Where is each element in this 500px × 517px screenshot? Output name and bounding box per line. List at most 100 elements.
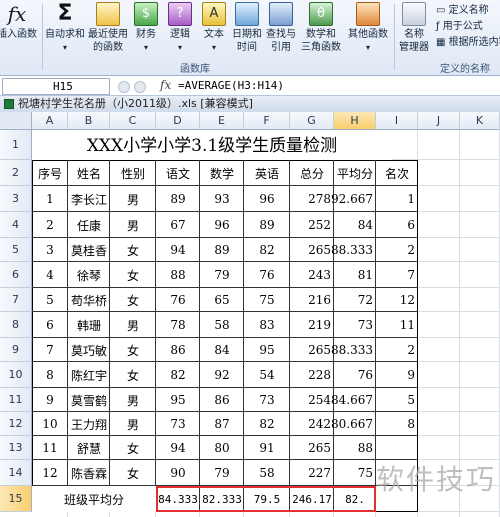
data-cell-no[interactable]: 5 [32, 288, 68, 312]
row-header-13[interactable]: 13 [0, 436, 32, 460]
data-cell-math[interactable]: 86 [200, 388, 244, 412]
data-cell-avg[interactable]: 84.667 [331, 388, 376, 412]
data-cell-rank[interactable]: 11 [376, 312, 418, 338]
data-cell-sex[interactable]: 男 [110, 212, 156, 238]
data-cell-math[interactable]: 96 [200, 212, 244, 238]
data-cell-no[interactable]: 7 [32, 338, 68, 362]
name-manager-button[interactable]: 名称 管理器 [396, 2, 432, 54]
row-header-3[interactable]: 3 [0, 186, 32, 212]
data-cell-english[interactable]: 73 [244, 388, 290, 412]
data-cell-avg[interactable]: 84 [334, 212, 376, 238]
column-header-j[interactable]: J [418, 112, 460, 130]
data-cell-math[interactable]: 65 [200, 288, 244, 312]
data-cell-english[interactable]: 82 [244, 412, 290, 436]
data-cell-no[interactable]: 2 [32, 212, 68, 238]
data-cell-avg[interactable]: 76 [334, 362, 376, 388]
data-cell-total[interactable]: 265 [290, 436, 334, 460]
data-cell-math[interactable]: 92 [200, 362, 244, 388]
data-cell-english[interactable]: 75 [244, 288, 290, 312]
data-cell-avg[interactable]: 72 [334, 288, 376, 312]
data-cell-chinese[interactable]: 86 [156, 338, 200, 362]
data-cell-name[interactable]: 舒慧 [68, 436, 110, 460]
data-cell-name[interactable]: 苟华桥 [68, 288, 110, 312]
data-cell-total[interactable]: 265 [290, 238, 334, 262]
row-header-7[interactable]: 7 [0, 288, 32, 312]
data-cell-math[interactable]: 79 [200, 262, 244, 288]
data-cell-chinese[interactable]: 94 [156, 436, 200, 460]
data-cell-rank[interactable]: 2 [376, 238, 418, 262]
header-cell[interactable]: 名次 [376, 160, 418, 186]
column-header-a[interactable]: A [32, 112, 68, 130]
math-trig-button[interactable]: θ 数学和 三角函数 [300, 2, 342, 54]
row-header-10[interactable]: 10 [0, 362, 32, 388]
data-cell-rank[interactable]: 6 [376, 212, 418, 238]
data-cell-total[interactable]: 278 [290, 186, 334, 212]
cancel-icon[interactable] [118, 81, 130, 93]
enter-icon[interactable] [134, 81, 146, 93]
formula-input[interactable]: =AVERAGE(H3:H14) [178, 79, 284, 92]
data-cell-chinese[interactable]: 89 [156, 186, 200, 212]
data-cell-avg[interactable]: 81 [334, 262, 376, 288]
data-cell-name[interactable]: 任康 [68, 212, 110, 238]
data-cell-chinese[interactable]: 82 [156, 362, 200, 388]
data-cell-no[interactable]: 9 [32, 388, 68, 412]
header-cell[interactable]: 语文 [156, 160, 200, 186]
data-cell-no[interactable]: 4 [32, 262, 68, 288]
autosum-button[interactable]: Σ 自动求和 ▾ [44, 2, 86, 54]
data-cell-total[interactable]: 254 [290, 388, 334, 412]
lookup-button[interactable]: 查找与 引用 [264, 2, 298, 54]
row-header-12[interactable]: 12 [0, 412, 32, 436]
data-cell-avg[interactable]: 73 [334, 312, 376, 338]
define-name-button[interactable]: ▭ 定义名称 [436, 1, 489, 16]
data-cell-avg[interactable]: 75 [334, 460, 376, 486]
data-cell-name[interactable]: 莫桂香 [68, 238, 110, 262]
data-cell-chinese[interactable]: 90 [156, 460, 200, 486]
data-cell-total[interactable]: 227 [290, 460, 334, 486]
fx-icon[interactable]: fx [160, 78, 171, 92]
logical-button[interactable]: ? 逻辑 ▾ [166, 2, 194, 54]
data-cell-no[interactable]: 1 [32, 186, 68, 212]
data-cell-english[interactable]: 95 [244, 338, 290, 362]
data-cell-math[interactable]: 58 [200, 312, 244, 338]
header-cell[interactable]: 平均分 [334, 160, 376, 186]
data-cell-avg[interactable]: 88 [334, 436, 376, 460]
data-cell-chinese[interactable]: 78 [156, 312, 200, 338]
data-cell-rank[interactable]: 2 [376, 338, 418, 362]
data-cell-avg[interactable]: 88.333 [331, 338, 376, 362]
row-header-14[interactable]: 14 [0, 460, 32, 486]
data-cell-total[interactable]: 265 [290, 338, 334, 362]
column-header-c[interactable]: C [110, 112, 156, 130]
data-cell-avg[interactable]: 92.667 [331, 186, 376, 212]
row-header-1[interactable]: 1 [0, 130, 32, 160]
data-cell-rank[interactable]: 9 [376, 362, 418, 388]
data-cell-english[interactable]: 96 [244, 186, 290, 212]
data-cell-total[interactable]: 242 [290, 412, 334, 436]
data-cell-name[interactable]: 陈红宇 [68, 362, 110, 388]
column-header-e[interactable]: E [200, 112, 244, 130]
row-header-4[interactable]: 4 [0, 212, 32, 238]
data-cell-english[interactable]: 83 [244, 312, 290, 338]
data-cell-name[interactable]: 徐琴 [68, 262, 110, 288]
column-header-k[interactable]: K [460, 112, 500, 130]
data-cell-no[interactable]: 6 [32, 312, 68, 338]
data-cell-chinese[interactable]: 76 [156, 288, 200, 312]
data-cell-sex[interactable]: 女 [110, 436, 156, 460]
date-time-button[interactable]: 日期和 时间 [230, 2, 264, 54]
data-cell-no[interactable]: 3 [32, 238, 68, 262]
data-cell-english[interactable]: 89 [244, 212, 290, 238]
data-cell-name[interactable]: 莫雪鹤 [68, 388, 110, 412]
header-cell[interactable]: 性别 [110, 160, 156, 186]
create-from-selection-button[interactable]: ▦ 根据所选内容 [436, 33, 500, 48]
data-cell-total[interactable]: 252 [290, 212, 334, 238]
data-cell-sex[interactable]: 女 [110, 338, 156, 362]
data-cell-sex[interactable]: 男 [110, 412, 156, 436]
more-functions-button[interactable]: 其他函数 ▾ [344, 2, 392, 54]
data-cell-total[interactable]: 219 [290, 312, 334, 338]
data-cell-rank[interactable]: 8 [376, 412, 418, 436]
insert-function-button[interactable]: fx 插入函数 [0, 2, 40, 41]
data-cell-rank[interactable]: 12 [376, 288, 418, 312]
data-cell-no[interactable]: 10 [32, 412, 68, 436]
data-cell-english[interactable]: 91 [244, 436, 290, 460]
recent-functions-button[interactable]: 最近使用 的函数 [86, 2, 130, 54]
row-header-15[interactable]: 15 [0, 486, 32, 512]
